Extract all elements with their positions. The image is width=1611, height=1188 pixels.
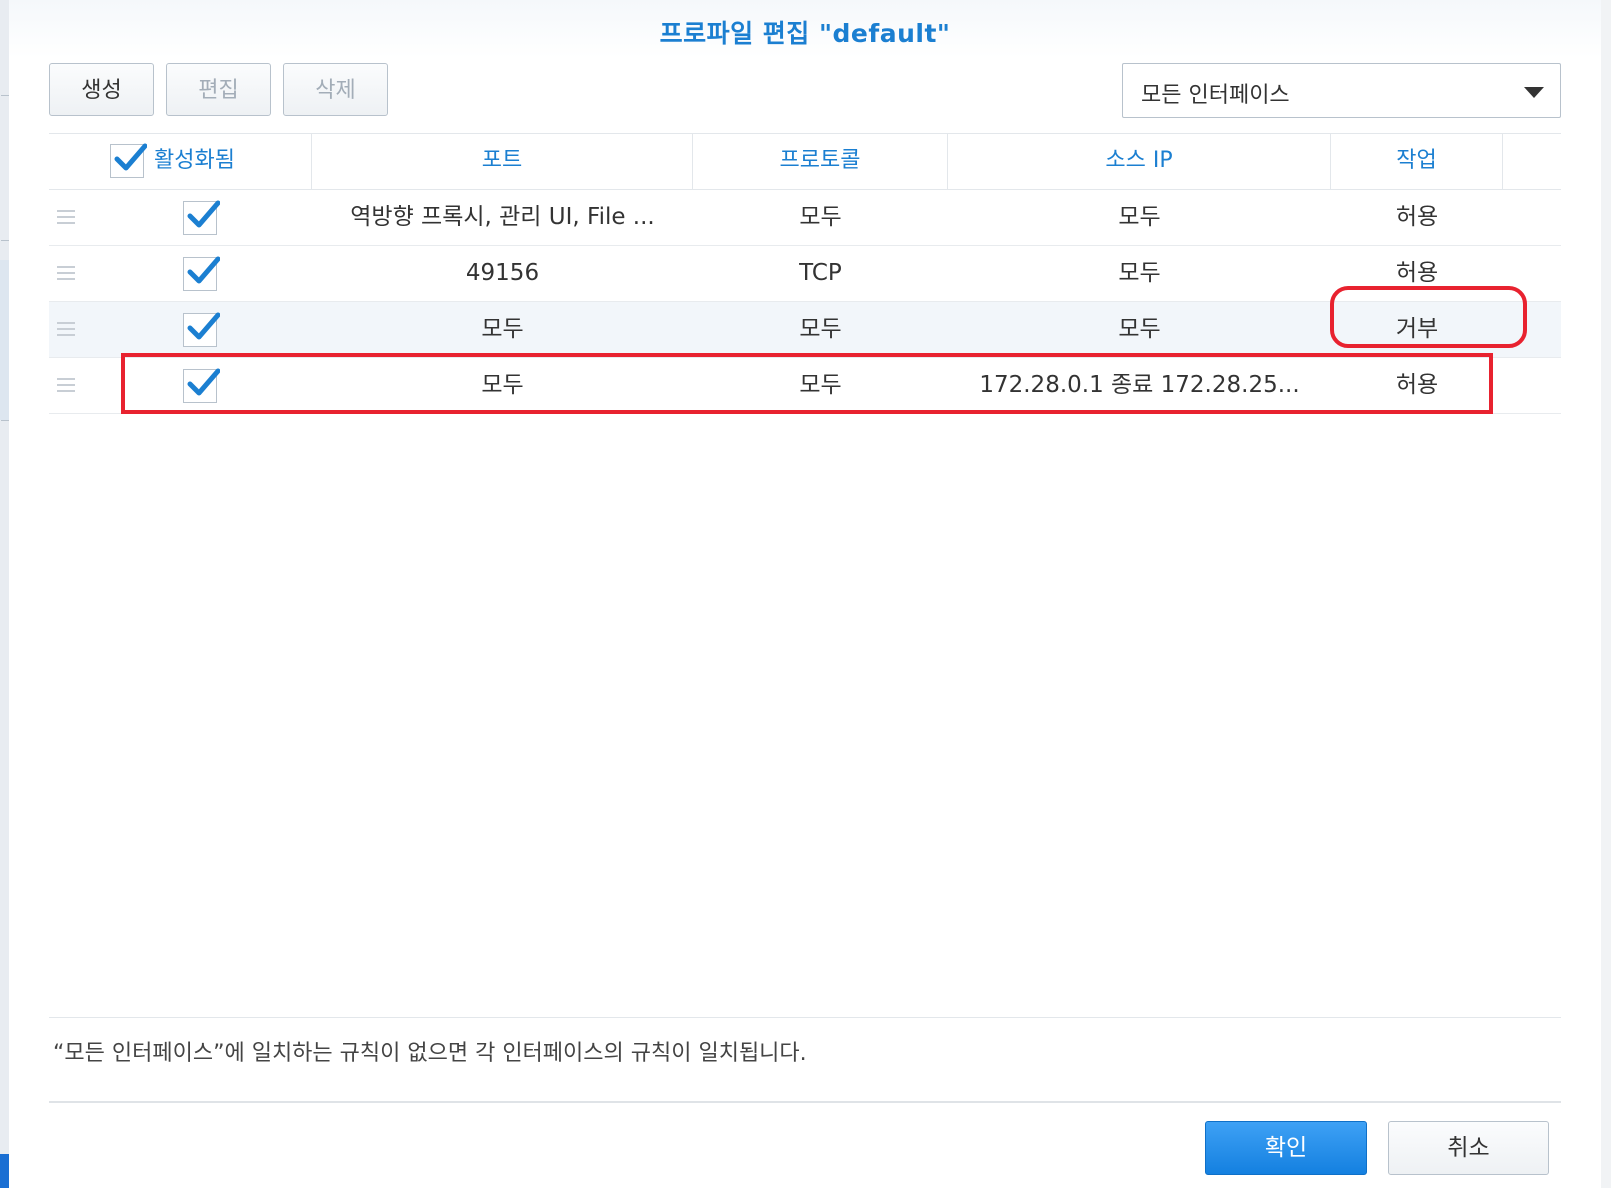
edit-profile-dialog: 프로파일 편집 "default" 생성 편집 삭제 모든 인터페이스 활성화됨… <box>9 0 1601 1188</box>
column-header-enabled[interactable]: 활성화됨 <box>49 134 312 189</box>
row-enabled-checkbox[interactable] <box>183 200 220 235</box>
cell-port: 49156 <box>465 260 540 286</box>
chevron-down-icon <box>1524 87 1544 98</box>
cell-source-ip: 모두 <box>1118 316 1161 342</box>
cell-source-ip: 모두 <box>1118 204 1161 230</box>
edit-button[interactable]: 편집 <box>166 63 271 116</box>
drag-handle-icon[interactable] <box>57 210 75 224</box>
dialog-title-bar: 프로파일 편집 "default" <box>9 0 1601 58</box>
table-header: 활성화됨 포트 프로토콜 소스 IP 작업 <box>49 133 1561 190</box>
cancel-button[interactable]: 취소 <box>1388 1121 1549 1175</box>
create-button[interactable]: 생성 <box>49 63 154 116</box>
check-icon <box>187 312 220 340</box>
interface-select-value: 모든 인터페이스 <box>1141 83 1290 108</box>
row-enabled-checkbox[interactable] <box>183 312 220 347</box>
check-icon <box>187 200 220 228</box>
divider <box>49 1017 1561 1018</box>
column-header-action[interactable]: 작업 <box>1331 134 1503 189</box>
cell-port: 역방향 프록시, 관리 UI, File ... <box>350 204 655 230</box>
cell-protocol: 모두 <box>799 316 842 342</box>
select-all-checkbox[interactable] <box>110 143 147 178</box>
column-header-port[interactable]: 포트 <box>312 134 693 189</box>
divider <box>49 1101 1561 1103</box>
cell-port: 모두 <box>481 316 524 342</box>
cell-protocol: TCP <box>799 260 842 286</box>
column-label-enabled: 활성화됨 <box>154 148 235 173</box>
highlight-annotation-row <box>121 353 1493 414</box>
check-icon <box>114 143 147 171</box>
check-icon <box>187 256 220 284</box>
background-divider <box>1 240 9 241</box>
background-taskbar <box>0 1154 9 1188</box>
drag-handle-icon[interactable] <box>57 322 75 336</box>
background-window-edge-right <box>1601 0 1611 1188</box>
background-selected-item <box>0 260 9 420</box>
dialog-title: 프로파일 편집 "default" <box>659 19 951 48</box>
cell-action: 허용 <box>1395 204 1439 230</box>
interface-select[interactable]: 모든 인터페이스 <box>1122 63 1561 118</box>
footer-note: “모든 인터페이스”에 일치하는 규칙이 없으면 각 인터페이스의 규칙이 일치… <box>53 1041 807 1066</box>
ok-button[interactable]: 확인 <box>1205 1121 1367 1175</box>
background-divider <box>1 420 9 421</box>
drag-handle-icon[interactable] <box>57 266 75 280</box>
highlight-annotation-deny <box>1330 286 1527 348</box>
background-divider <box>1 95 9 96</box>
column-header-protocol[interactable]: 프로토콜 <box>693 134 948 189</box>
table-row[interactable]: 역방향 프록시, 관리 UI, File ... 모두 모두 허용 <box>49 190 1561 246</box>
row-enabled-checkbox[interactable] <box>183 256 220 291</box>
delete-button[interactable]: 삭제 <box>283 63 388 116</box>
drag-handle-icon[interactable] <box>57 378 75 392</box>
cell-protocol: 모두 <box>799 204 842 230</box>
column-header-source-ip[interactable]: 소스 IP <box>948 134 1331 189</box>
cell-source-ip: 모두 <box>1118 260 1161 286</box>
